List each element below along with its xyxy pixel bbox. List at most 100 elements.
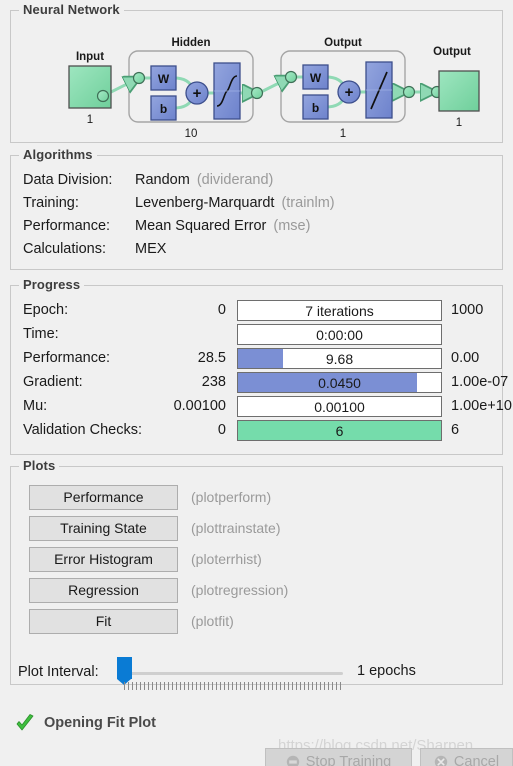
plot-button-fit[interactable]: Fit — [29, 609, 178, 634]
progress-section-title: Progress — [19, 277, 85, 292]
algorithm-row-performance: Performance: Mean Squared Error (mse) — [23, 218, 310, 234]
progress-min-value: 0 — [217, 422, 226, 438]
hidden-bias-label: b — [160, 102, 167, 116]
output-layer-node — [402, 85, 416, 99]
plot-function-fit: (plotfit) — [191, 613, 234, 629]
progress-row: Epoch: 0 7 iterations 1000 — [11, 300, 502, 323]
progress-panel: Progress Epoch: 0 7 iterations 1000 Time: 0:0… — [10, 277, 512, 455]
algorithms-panel: Algorithms Data Division: Random (dividera… — [10, 147, 503, 270]
hidden-size: 10 — [185, 128, 198, 140]
progress-min-value: 0 — [217, 302, 226, 318]
progress-bar: 9.68 — [237, 348, 442, 369]
hidden-sum-label: + — [193, 85, 202, 102]
progress-row: Gradient: 238 0.0450 1.00e-07 — [11, 372, 508, 395]
progress-max-value: 0.00 — [451, 350, 480, 366]
status-text: Opening Fit Plot — [44, 715, 156, 731]
hidden-layer-label: Hidden — [172, 37, 211, 49]
output-size: 1 — [456, 117, 462, 129]
plot-function-training-state: (plottrainstate) — [191, 520, 281, 536]
progress-row: Performance: 28.5 9.68 0.00 — [11, 348, 502, 371]
progress-row: Mu: 0.00100 0.00100 1.00e+10 — [11, 396, 512, 419]
plot-interval-slider-ticks — [124, 682, 343, 690]
performance-value: Mean Squared Error — [135, 218, 267, 234]
output-block — [438, 70, 480, 112]
hidden-output-node — [250, 86, 264, 100]
neural-network-panel: Neural Network Input 1 Hidden W b + 10 O… — [10, 2, 503, 143]
cancel-label: Cancel — [453, 754, 500, 766]
hidden-input-node — [132, 71, 146, 85]
hidden-weight-label: W — [158, 72, 170, 86]
progress-min-value: 238 — [201, 374, 226, 390]
output-weight-label: W — [310, 71, 322, 85]
plot-interval-value: 1 epochs — [357, 663, 416, 679]
green-check-icon — [16, 714, 34, 731]
plots-panel: Plots Performance (plotperform) Training S… — [10, 458, 503, 685]
progress-min-value: 28.5 — [197, 350, 226, 366]
progress-max-value: 1.00e-07 — [451, 374, 509, 390]
progress-bar: 0.00100 — [237, 396, 442, 417]
neural-network-training-window: Neural Network Input 1 Hidden W b + 10 O… — [0, 0, 513, 766]
plot-button-regression[interactable]: Regression — [29, 578, 178, 603]
progress-bar: 6 — [237, 420, 442, 441]
progress-bar-text: 0.00100 — [314, 398, 365, 415]
progress-max-value: 6 — [451, 422, 460, 438]
plot-button-training-state[interactable]: Training State — [29, 516, 178, 541]
input-size: 1 — [87, 114, 93, 126]
network-diagram: Input 1 Hidden W b + 10 Output W b + 1 O… — [68, 37, 480, 140]
calculations-label: Calculations: — [23, 241, 107, 257]
plot-button-error-histogram[interactable]: Error Histogram — [29, 547, 178, 572]
plot-interval-slider-track[interactable] — [124, 672, 343, 675]
progress-label: Performance: — [23, 350, 111, 366]
training-func: (trainlm) — [281, 195, 335, 211]
stop-training-button[interactable]: Stop Training — [265, 748, 412, 766]
plot-function-error-histogram: (ploterrhist) — [191, 551, 262, 567]
progress-label: Validation Checks: — [23, 422, 143, 438]
training-value: Levenberg-Marquardt — [135, 195, 275, 211]
plots-section-title: Plots — [19, 458, 60, 473]
algorithm-row-data-division: Data Division: Random (dividerand) — [23, 172, 273, 188]
progress-max-value: 1000 — [451, 302, 484, 318]
plot-function-performance: (plotperform) — [191, 489, 272, 505]
plot-interval-slider-thumb[interactable] — [117, 657, 132, 685]
output-layer-label: Output — [324, 37, 362, 49]
progress-row: Validation Checks: 0 6 6 — [11, 420, 502, 443]
output-layer-size: 1 — [340, 128, 346, 140]
progress-bar: 0.0450 — [237, 372, 442, 393]
plot-function-regression: (plotregression) — [191, 582, 289, 598]
progress-bar-text: 0:00:00 — [316, 326, 363, 343]
cancel-icon — [434, 755, 448, 766]
performance-label: Performance: — [23, 218, 111, 234]
input-label: Input — [76, 51, 104, 63]
progress-max-value: 1.00e+10 — [451, 398, 512, 414]
data-division-func: (dividerand) — [196, 172, 274, 188]
progress-bar-text: 9.68 — [325, 350, 354, 367]
progress-bar-text: 6 — [335, 422, 344, 439]
algorithm-row-calculations: Calculations: MEX — [23, 241, 173, 257]
progress-label: Epoch: — [23, 302, 69, 318]
progress-bar-text: 0.0450 — [318, 374, 361, 391]
performance-func: (mse) — [273, 218, 311, 234]
cancel-button[interactable]: Cancel — [420, 748, 513, 766]
output-bias-label: b — [312, 101, 319, 115]
algorithms-section-title: Algorithms — [19, 147, 97, 162]
progress-label: Gradient: — [23, 374, 83, 390]
progress-bar: 7 iterations — [237, 300, 442, 321]
calculations-value: MEX — [135, 241, 167, 257]
progress-bar-text: 7 iterations — [305, 302, 374, 319]
input-node — [96, 89, 110, 103]
progress-label: Time: — [23, 326, 59, 342]
algorithm-row-training: Training: Levenberg-Marquardt (trainlm) — [23, 195, 335, 211]
data-division-label: Data Division: — [23, 172, 113, 188]
plot-button-performance[interactable]: Performance — [29, 485, 178, 510]
stop-training-label: Stop Training — [305, 754, 392, 766]
progress-bar: 0:00:00 — [237, 324, 442, 345]
progress-min-value: 0.00100 — [173, 398, 226, 414]
data-division-value: Random — [135, 172, 190, 188]
output-sum-label: + — [345, 84, 354, 101]
progress-label: Mu: — [23, 398, 48, 414]
training-label: Training: — [23, 195, 79, 211]
output-label: Output — [433, 46, 471, 58]
stop-icon — [286, 755, 299, 766]
output-input-node — [284, 70, 298, 84]
progress-row: Time: 0:00:00 — [11, 324, 502, 347]
